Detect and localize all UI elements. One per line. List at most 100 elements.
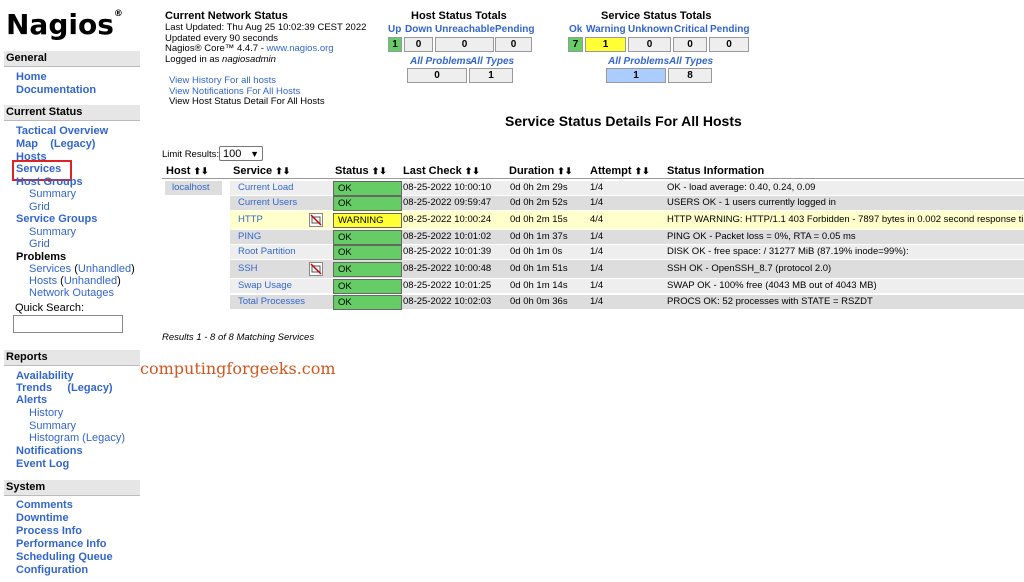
nagios-logo[interactable]: Nagios®: [6, 8, 123, 41]
service-link[interactable]: Swap Usage: [234, 279, 331, 293]
status-info: PING OK - Packet loss = 0%, RTA = 0.05 m…: [667, 231, 856, 242]
last-check: 08-25-2022 10:00:10: [403, 182, 492, 193]
service-link[interactable]: Root Partition: [234, 245, 331, 259]
svc-pending-count[interactable]: 0: [709, 37, 749, 52]
notifications-disabled-icon[interactable]: [309, 213, 323, 227]
host-all-problems-label[interactable]: All Problems: [410, 56, 471, 67]
svc-warning-count[interactable]: 1: [585, 37, 626, 52]
table-row-warning: HTTP WARNING 08-25-2022 10:00:24 0d 0h 2…: [230, 211, 1024, 229]
host-label-down[interactable]: Down: [405, 24, 432, 35]
view-links: View History For all hosts View Notifica…: [169, 75, 325, 108]
host-all-types-count[interactable]: 1: [469, 68, 513, 83]
host-pending-count[interactable]: 0: [495, 37, 532, 52]
results-count: Results 1 - 8 of 8 Matching Services: [162, 332, 315, 343]
host-unreachable-count[interactable]: 0: [435, 37, 494, 52]
col-duration[interactable]: Duration ⬆⬇: [509, 165, 572, 177]
nav-hostgroups-summary[interactable]: Summary: [29, 188, 76, 200]
host-label-up[interactable]: Up: [388, 24, 401, 35]
host-up-count[interactable]: 1: [388, 37, 402, 52]
host-all-types-label[interactable]: All Types: [470, 56, 514, 67]
col-status[interactable]: Status ⬆⬇: [335, 165, 387, 177]
svc-all-types-count[interactable]: 8: [668, 68, 712, 83]
nav-alerts-summary[interactable]: Summary: [29, 420, 76, 432]
table-row: Current Users OK 08-25-2022 09:59:47 0d …: [230, 196, 1024, 211]
sort-arrows-icon[interactable]: ⬆⬇: [465, 166, 480, 176]
nav-host-groups[interactable]: Host Groups: [16, 176, 83, 188]
nav-alerts-histogram[interactable]: Histogram (Legacy): [29, 432, 125, 444]
nav-map-legacy[interactable]: (Legacy): [50, 138, 95, 150]
sort-arrows-icon[interactable]: ⬆⬇: [194, 166, 209, 176]
view-host-status-link[interactable]: View Host Status Detail For All Hosts: [169, 96, 325, 108]
nav-trends-legacy[interactable]: (Legacy): [67, 382, 112, 394]
svc-all-problems-label[interactable]: All Problems: [608, 56, 669, 67]
host-label-pending[interactable]: Pending: [495, 24, 534, 35]
nav-notifications[interactable]: Notifications: [16, 445, 83, 457]
last-check: 08-25-2022 10:01:39: [403, 246, 492, 257]
nagios-org-link[interactable]: www.nagios.org: [267, 43, 334, 54]
nav-hostgroups-grid[interactable]: Grid: [29, 201, 50, 213]
nav-availability[interactable]: Availability: [16, 370, 74, 382]
svc-label-ok[interactable]: Ok: [569, 24, 582, 35]
nav-performance-info[interactable]: Performance Info: [16, 538, 106, 550]
nav-event-log[interactable]: Event Log: [16, 458, 69, 470]
attempt: 1/4: [590, 197, 604, 208]
svc-all-problems-count[interactable]: 1: [606, 68, 666, 83]
svc-label-warning[interactable]: Warning: [586, 24, 626, 35]
col-attempt[interactable]: Attempt ⬆⬇: [590, 165, 650, 177]
nav-servicegroups-summary[interactable]: Summary: [29, 226, 76, 238]
host-down-count[interactable]: 0: [404, 37, 433, 52]
nav-servicegroups-grid[interactable]: Grid: [29, 238, 50, 250]
nav-alerts[interactable]: Alerts: [16, 394, 47, 406]
nav-service-groups[interactable]: Service Groups: [16, 213, 97, 225]
col-status-information: Status Information: [667, 165, 765, 177]
nav-process-info[interactable]: Process Info: [16, 525, 82, 537]
nav-map-link[interactable]: Map: [16, 138, 38, 150]
sort-arrows-icon[interactable]: ⬆⬇: [557, 166, 572, 176]
svc-label-pending[interactable]: Pending: [710, 24, 749, 35]
nav-documentation[interactable]: Documentation: [16, 84, 96, 96]
nav-alerts-history[interactable]: History: [29, 407, 63, 419]
status-badge: OK: [333, 279, 402, 294]
section-current-status: Current Status: [4, 105, 140, 121]
nav-downtime[interactable]: Downtime: [16, 512, 69, 524]
host-label-unreachable[interactable]: Unreachable: [435, 24, 495, 35]
nav-services[interactable]: Services: [16, 163, 61, 175]
problem-services-unhandled[interactable]: Unhandled: [78, 263, 131, 275]
svc-unknown-count[interactable]: 0: [628, 37, 671, 52]
duration: 0d 0h 2m 29s: [510, 182, 568, 193]
svc-critical-count[interactable]: 0: [673, 37, 707, 52]
svc-label-unknown[interactable]: Unknown: [628, 24, 673, 35]
limit-results-select[interactable]: 100 ▼: [219, 146, 263, 161]
attempt: 1/4: [590, 231, 604, 242]
svc-ok-count[interactable]: 7: [568, 37, 583, 52]
nav-scheduling-queue[interactable]: Scheduling Queue: [16, 551, 113, 563]
problem-services-link[interactable]: Services: [29, 263, 71, 275]
service-link[interactable]: PING: [234, 230, 331, 244]
svc-all-types-label[interactable]: All Types: [669, 56, 713, 67]
nav-network-outages[interactable]: Network Outages: [29, 287, 114, 299]
notifications-disabled-icon[interactable]: [309, 262, 323, 276]
problem-hosts-link[interactable]: Hosts: [29, 275, 57, 287]
col-service[interactable]: Service ⬆⬇: [233, 165, 290, 177]
host-totals-title: Host Status Totals: [411, 10, 507, 22]
sort-arrows-icon[interactable]: ⬆⬇: [635, 166, 650, 176]
status-badge: OK: [333, 262, 402, 277]
sort-arrows-icon[interactable]: ⬆⬇: [275, 166, 290, 176]
col-host[interactable]: Host ⬆⬇: [166, 165, 209, 177]
nav-home[interactable]: Home: [16, 71, 47, 83]
nav-trends-link[interactable]: Trends: [16, 382, 52, 394]
service-link[interactable]: Current Users: [234, 196, 331, 210]
nav-configuration[interactable]: Configuration: [16, 564, 88, 576]
host-link-localhost[interactable]: localhost: [172, 182, 210, 193]
quick-search-input[interactable]: [13, 315, 123, 333]
svc-label-critical[interactable]: Critical: [674, 24, 708, 35]
problem-hosts-unhandled[interactable]: Unhandled: [64, 275, 117, 287]
nav-tactical-overview[interactable]: Tactical Overview: [16, 125, 108, 137]
col-last-check[interactable]: Last Check ⬆⬇: [403, 165, 480, 177]
service-link[interactable]: Total Processes: [234, 295, 331, 309]
sort-arrows-icon[interactable]: ⬆⬇: [372, 166, 387, 176]
host-all-problems-count[interactable]: 0: [407, 68, 467, 83]
nav-comments[interactable]: Comments: [16, 499, 73, 511]
view-history-link[interactable]: View History For all hosts: [169, 75, 325, 87]
service-link[interactable]: Current Load: [234, 181, 331, 195]
